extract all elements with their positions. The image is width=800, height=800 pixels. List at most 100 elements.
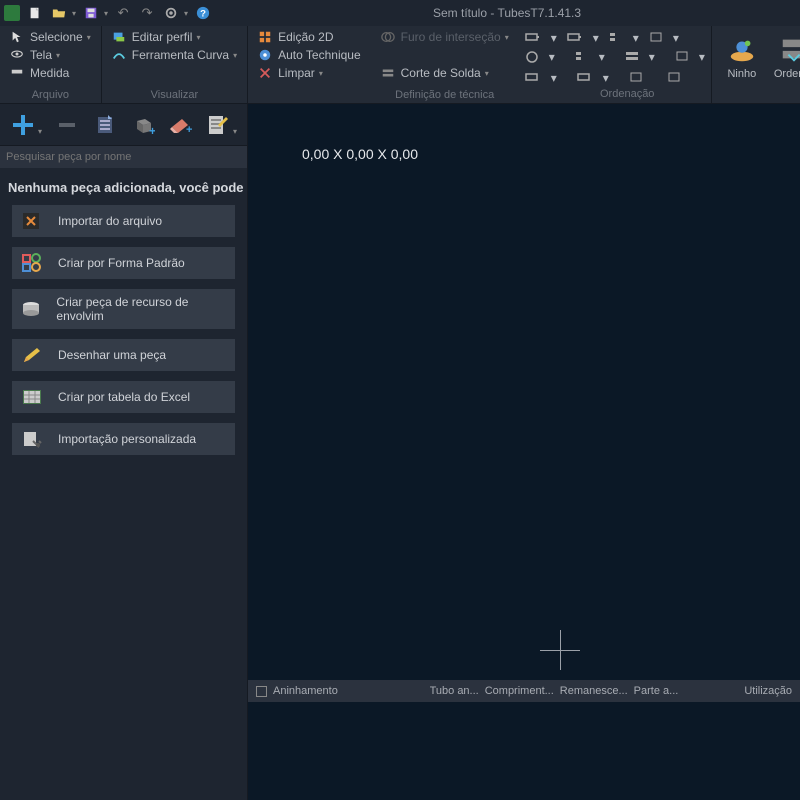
battery-icon-1[interactable]	[525, 31, 541, 46]
chevron-down-icon: ▾	[87, 33, 91, 42]
action-label: Criar por Forma Padrão	[58, 256, 185, 270]
col-remanescente[interactable]: Remanesce...	[560, 685, 628, 697]
intersection-icon	[381, 30, 397, 44]
document-edit-icon[interactable]	[205, 110, 231, 140]
circle-icon[interactable]	[525, 50, 539, 67]
toggle-icon-1[interactable]	[609, 31, 623, 46]
ninho-label: Ninho	[727, 68, 756, 80]
limpar-button[interactable]: Limpar ▾	[254, 65, 365, 81]
window-title: Sem título - TubesT7.1.41.3	[218, 6, 796, 20]
open-dropdown-icon[interactable]: ▾	[72, 9, 76, 18]
edicao-2d-button[interactable]: Edição 2D	[254, 29, 365, 45]
ruler-icon	[10, 66, 26, 80]
help-icon[interactable]: ?	[194, 4, 212, 22]
new-file-icon[interactable]	[26, 4, 44, 22]
shapes-icon	[20, 253, 44, 273]
crosshair-cursor-icon	[540, 630, 580, 670]
remove-button[interactable]	[54, 110, 80, 140]
limpar-label: Limpar	[278, 66, 315, 80]
eraser-icon[interactable]: +	[167, 110, 193, 140]
col-utilizacao[interactable]: Utilização	[744, 685, 792, 697]
clear-icon	[258, 66, 274, 80]
auto-technique-label: Auto Technique	[278, 48, 361, 62]
action-create-standard-shape[interactable]: Criar por Forma Padrão	[12, 247, 235, 279]
selecione-button[interactable]: Selecione ▾	[6, 29, 95, 45]
edicao-2d-label: Edição 2D	[278, 30, 333, 44]
action-import-file[interactable]: Importar do arquivo	[12, 205, 235, 237]
empty-message: Nenhuma peça adicionada, você pode	[0, 168, 247, 205]
editar-perfil-label: Editar perfil	[132, 30, 193, 44]
toggle-icon-3[interactable]	[625, 50, 639, 67]
ferramenta-curva-label: Ferramenta Curva	[132, 48, 229, 62]
battery-icon-3[interactable]	[525, 71, 541, 86]
battery-icon-2[interactable]	[567, 31, 583, 46]
selecione-label: Selecione	[30, 30, 83, 44]
ribbon-group-file: Selecione ▾ Tela ▾ Medida Arquivo	[0, 26, 102, 103]
ninho-button[interactable]: Ninho	[718, 29, 766, 84]
ribbon-group-ordenacao: Ninho Ordenar	[712, 26, 800, 103]
box-icon-4[interactable]	[667, 71, 681, 86]
col-parte[interactable]: Parte a...	[634, 685, 679, 697]
furo-intersecao-button[interactable]: Furo de interseção ▾	[377, 29, 513, 45]
settings-dropdown-icon[interactable]: ▾	[184, 9, 188, 18]
auto-technique-button[interactable]: Auto Technique	[254, 47, 365, 63]
action-create-wrap-part[interactable]: Criar peça de recurso de envolvim	[12, 289, 235, 329]
save-dropdown-icon[interactable]: ▾	[104, 9, 108, 18]
nest-icon	[726, 33, 758, 65]
ordenar-label: Ordenar	[774, 68, 800, 80]
app-logo-icon[interactable]	[4, 5, 20, 21]
chevron-down-icon: ▾	[319, 69, 323, 78]
cube-add-icon[interactable]: +	[130, 110, 156, 140]
dimensions-readout: 0,00 X 0,00 X 0,00	[302, 146, 418, 162]
medida-label: Medida	[30, 66, 69, 80]
eye-icon	[10, 48, 26, 62]
corte-solda-button[interactable]: Corte de Solda ▾	[377, 65, 513, 81]
battery-icon-4[interactable]	[577, 71, 593, 86]
bottom-panel: Aninhamento Tubo an... Compriment... Rem…	[248, 680, 800, 702]
tela-button[interactable]: Tela ▾	[6, 47, 95, 63]
box-icon-2[interactable]	[675, 50, 689, 67]
action-label: Criar por tabela do Excel	[58, 390, 190, 404]
box-icon-1[interactable]	[649, 31, 663, 46]
box-icon-3[interactable]	[629, 71, 643, 86]
aninhamento-label: Aninhamento	[273, 685, 338, 697]
medida-button[interactable]: Medida	[6, 65, 95, 81]
sidebar-toolbar: ▾ + + ▾	[0, 104, 247, 146]
action-label: Importação personalizada	[58, 432, 196, 446]
chevron-down-icon: ▾	[505, 33, 509, 42]
undo-icon[interactable]: ↶	[114, 4, 132, 22]
action-create-excel-table[interactable]: Criar por tabela do Excel	[12, 381, 235, 413]
ribbon-ordenacao-group-label: Ordenação	[600, 88, 654, 100]
grid-icon	[258, 30, 274, 44]
sidebar: ▾ + + ▾ Nenhuma peça adicionada, você po…	[0, 104, 248, 800]
open-folder-icon[interactable]	[50, 4, 68, 22]
ribbon: Selecione ▾ Tela ▾ Medida Arquivo Editar…	[0, 26, 800, 104]
aninhamento-checkbox[interactable]	[256, 686, 267, 697]
add-button[interactable]	[10, 110, 36, 140]
action-draw-part[interactable]: Desenhar uma peça	[12, 339, 235, 371]
action-custom-import[interactable]: Importação personalizada	[12, 423, 235, 455]
save-icon[interactable]	[82, 4, 100, 22]
pencil-icon	[20, 345, 44, 365]
ribbon-visualizar-group-label: Visualizar	[108, 87, 241, 101]
list-icon[interactable]	[92, 110, 118, 140]
import-file-icon	[20, 211, 44, 231]
viewport[interactable]: 0,00 X 0,00 X 0,00 Aninhamento Tubo an..…	[248, 104, 800, 800]
col-comprimento[interactable]: Compriment...	[485, 685, 554, 697]
settings-gear-icon[interactable]	[162, 4, 180, 22]
ribbon-tecnica-group-label: Definição de técnica	[377, 87, 513, 101]
ordenar-button[interactable]: Ordenar	[766, 29, 800, 84]
curve-tool-icon	[112, 48, 128, 62]
svg-text:?: ?	[200, 9, 206, 20]
toggle-icon-2[interactable]	[575, 50, 589, 67]
search-input[interactable]	[0, 146, 247, 168]
redo-icon[interactable]: ↷	[138, 4, 156, 22]
tela-label: Tela	[30, 48, 52, 62]
ribbon-file-group-label: Arquivo	[6, 87, 95, 101]
action-label: Criar peça de recurso de envolvim	[56, 295, 227, 323]
col-tubo[interactable]: Tubo an...	[430, 685, 479, 697]
editar-perfil-button[interactable]: Editar perfil ▾	[108, 29, 241, 45]
main-area: ▾ + + ▾ Nenhuma peça adicionada, você po…	[0, 104, 800, 800]
titlebar: ▾ ▾ ↶ ↷ ▾ ? Sem título - TubesT7.1.41.3	[0, 0, 800, 26]
ferramenta-curva-button[interactable]: Ferramenta Curva ▾	[108, 47, 241, 63]
